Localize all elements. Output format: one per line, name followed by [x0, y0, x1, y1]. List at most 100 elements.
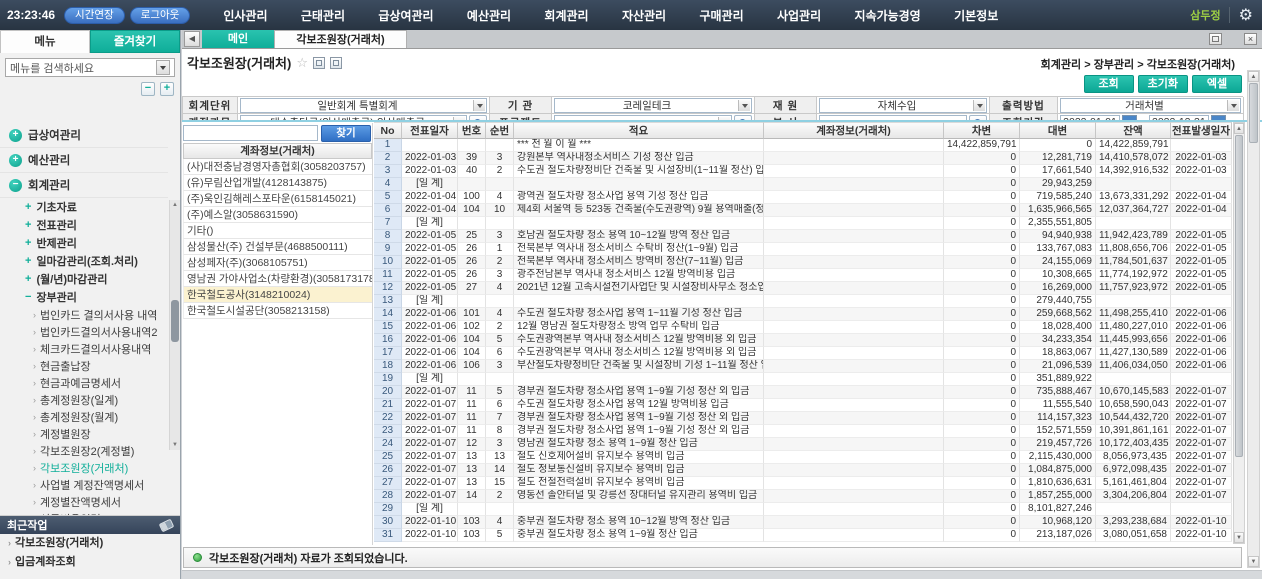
dropdown-field[interactable]: 자체수입 — [819, 98, 987, 113]
find-button[interactable]: 찾기 — [321, 125, 371, 142]
grid-row[interactable]: 162022-01-061045수도권광역본부 역사내 청소서비스 12월 방역… — [374, 334, 1232, 347]
vendor-list-item[interactable]: 기타() — [183, 223, 372, 239]
sidebar-item[interactable]: ›계정별원장 — [0, 425, 168, 442]
chevron-down-icon[interactable] — [156, 60, 170, 75]
excel-button[interactable]: 엑셀 — [1192, 75, 1242, 93]
scroll-down-icon[interactable]: ▼ — [1234, 532, 1244, 543]
sidebar-item[interactable]: +(월/년)마감관리 — [0, 270, 168, 288]
topbar-menu-item[interactable]: 구매관리 — [699, 7, 743, 24]
grid-row[interactable]: 13[일 계]0279,440,755 — [374, 295, 1232, 308]
grid-column-header[interactable]: 잔액 — [1096, 122, 1171, 139]
grid-row[interactable]: 122022-01-052742021년 12월 고속시설전기사업단 및 시설장… — [374, 282, 1232, 295]
grid-row[interactable]: 222022-01-07117경부권 철도차량 청소사업 용역 1~9월 기성 … — [374, 412, 1232, 425]
collapse-all-button[interactable]: − — [141, 82, 155, 96]
grid-column-header[interactable]: 전표발생일자 — [1171, 122, 1232, 139]
scrollbar-thumb[interactable] — [1249, 83, 1258, 143]
menu-search-input[interactable]: 메뉴를 검색하세요 — [5, 58, 175, 77]
chevron-down-icon[interactable] — [973, 100, 985, 111]
grid-row[interactable]: 82022-01-05253호남권 철도차량 청소 용역 10~12월 방역 정… — [374, 230, 1232, 243]
grid-column-header[interactable]: No — [374, 122, 402, 139]
expand-icon[interactable]: + — [25, 273, 31, 285]
tab-active-document[interactable]: 각보조원장(거래처) — [274, 30, 407, 48]
sidebar-item[interactable]: −회계관리 — [0, 173, 168, 198]
extend-time-button[interactable]: 시간연장 — [64, 7, 125, 24]
expand-all-button[interactable]: + — [160, 82, 174, 96]
grid-column-header[interactable]: 대변 — [1020, 122, 1096, 139]
sidebar-tab-favorites[interactable]: 즐겨찾기 — [90, 30, 180, 53]
query-button[interactable]: 조회 — [1084, 75, 1134, 93]
sidebar-item[interactable]: ›사업별 계정잔액명세서 — [0, 476, 168, 493]
grid-row[interactable]: 102022-01-05262전북본부 역사내 청소서비스 방역비 정산(7~1… — [374, 256, 1232, 269]
sidebar-item[interactable]: ›체크카드결의서사용내역 — [0, 340, 168, 357]
favorite-star-icon[interactable]: ☆ — [296, 55, 308, 71]
grid-scrollbar[interactable]: ▲ ▼ — [1233, 122, 1245, 544]
vendor-list-item[interactable]: 삼성물산(주) 건설부문(4688500111) — [183, 239, 372, 255]
vendor-list-item[interactable]: 삼성페자(주)(3068105751) — [183, 255, 372, 271]
grid-row[interactable]: 29[일 계]08,101,827,246 — [374, 503, 1232, 516]
scrollbar-thumb[interactable] — [1235, 135, 1243, 457]
grid-column-header[interactable]: 순번 — [486, 122, 514, 139]
window-close-icon[interactable]: × — [1244, 33, 1257, 45]
chevron-down-icon[interactable] — [473, 100, 485, 111]
tab-scroll-left-icon[interactable]: ◀ — [184, 31, 200, 47]
sidebar-item[interactable]: ›각보조원장(거래처) — [0, 459, 168, 476]
tab-main[interactable]: 메인 — [202, 30, 274, 48]
grid-row[interactable]: 212022-01-07116수도권 철도차량 청소사업 용역 12월 방역비용… — [374, 399, 1232, 412]
sidebar-item[interactable]: +예산관리 — [0, 148, 168, 173]
grid-row[interactable]: 302022-01-101034중부권 철도차량 청소 용역 10~12월 방역… — [374, 516, 1232, 529]
expand-icon[interactable]: + — [9, 154, 22, 167]
grid-column-header[interactable]: 계좌정보(거래처) — [764, 122, 944, 139]
grid-row[interactable]: 62022-01-0410410제4회 서울역 등 523동 건축물(수도권광역… — [374, 204, 1232, 217]
grid-row[interactable]: 52022-01-041004광역권 철도차량 청소사업 용역 기성 정산 입금… — [374, 191, 1232, 204]
topbar-menu-item[interactable]: 예산관리 — [467, 7, 511, 24]
page-scrollbar[interactable]: ▲ ▼ — [1247, 70, 1260, 568]
sidebar-scrollbar[interactable]: ▲ ▼ — [169, 200, 180, 450]
expand-icon[interactable]: + — [9, 129, 22, 142]
dropdown-field[interactable]: 일반회계 특별회계 — [240, 98, 487, 113]
grid-row[interactable]: 22022-01-03393강원본부 역사내청소서비스 기성 정산 입금012,… — [374, 152, 1232, 165]
grid-row[interactable]: 142022-01-061014수도권 철도차량 청소사업 용역 1~11월 기… — [374, 308, 1232, 321]
window-restore-icon[interactable] — [1209, 33, 1222, 45]
recent-work-item[interactable]: 각보조원장(거래처) — [0, 534, 180, 553]
grid-row[interactable]: 262022-01-071314철도 정보통신설비 유지보수 용역비 입금01,… — [374, 464, 1232, 477]
topbar-menu-item[interactable]: 급상여관리 — [378, 7, 433, 24]
eraser-icon[interactable] — [159, 518, 175, 532]
topbar-menu-item[interactable]: 기본정보 — [954, 7, 998, 24]
logout-button[interactable]: 로그아웃 — [130, 7, 191, 24]
help-window-icon[interactable] — [330, 57, 342, 69]
grid-row[interactable]: 242022-01-07123영남권 철도차량 청소 용역 1~9월 정산 입금… — [374, 438, 1232, 451]
collapse-icon[interactable]: − — [9, 179, 22, 192]
sidebar-item[interactable]: ›현금출납장 — [0, 357, 168, 374]
recent-work-item[interactable]: 입금계좌조회 — [0, 553, 180, 572]
vendor-list-item[interactable]: (주)욱인김해레스포타운(6158145021) — [183, 191, 372, 207]
sidebar-item[interactable]: +반제관리 — [0, 234, 168, 252]
expand-icon[interactable]: + — [25, 201, 31, 213]
grid-row[interactable]: 252022-01-071313철도 신호제어설비 유지보수 용역비 입금02,… — [374, 451, 1232, 464]
vendor-list-item[interactable]: (주)예스알(3058631590) — [183, 207, 372, 223]
collapse-icon[interactable]: − — [25, 291, 31, 303]
vendor-list-item[interactable]: 한국철도시설공단(3058213158) — [183, 303, 372, 319]
sidebar-item[interactable]: ›계정별잔액명세서 — [0, 493, 168, 510]
scroll-up-icon[interactable]: ▲ — [170, 200, 180, 210]
expand-icon[interactable]: + — [25, 255, 31, 267]
topbar-menu-item[interactable]: 사업관리 — [777, 7, 821, 24]
vendor-list-item[interactable]: (유)무림산업개발(4128143875) — [183, 175, 372, 191]
scroll-down-icon[interactable]: ▼ — [1248, 556, 1259, 567]
grid-row[interactable]: 32022-01-03402수도권 철도차량정비단 건축물 및 시설장비(1~1… — [374, 165, 1232, 178]
grid-row[interactable]: 312022-01-101035중부권 철도차량 청소 용역 1~9월 정산 입… — [374, 529, 1232, 542]
grid-row[interactable]: 232022-01-07118경부권 철도차량 청소사업 용역 1~9월 기성 … — [374, 425, 1232, 438]
gear-icon[interactable]: ⚙ — [1239, 5, 1253, 25]
grid-row[interactable]: 19[일 계]0351,889,922 — [374, 373, 1232, 386]
sidebar-item[interactable]: ›법인카드 결의서사용 내역 — [0, 306, 168, 323]
sidebar-tab-menu[interactable]: 메뉴 — [0, 30, 90, 53]
grid-column-header[interactable]: 차변 — [944, 122, 1020, 139]
scroll-down-icon[interactable]: ▼ — [170, 440, 180, 450]
grid-column-header[interactable]: 전표일자 — [402, 122, 458, 139]
grid-row[interactable]: 92022-01-05261전북본부 역사내 청소서비스 수탁비 정산(1~9월… — [374, 243, 1232, 256]
sidebar-item[interactable]: ›법인카드결의서사용내역2 — [0, 323, 168, 340]
reset-button[interactable]: 초기화 — [1138, 75, 1188, 93]
topbar-menu-item[interactable]: 근태관리 — [301, 7, 345, 24]
topbar-menu-item[interactable]: 회계관리 — [544, 7, 588, 24]
grid-row[interactable]: 172022-01-061046수도권광역본부 역사내 청소서비스 12월 방역… — [374, 347, 1232, 360]
grid-row[interactable]: 282022-01-07142영동선 솔안터널 및 강릉선 장대터널 유지관리 … — [374, 490, 1232, 503]
